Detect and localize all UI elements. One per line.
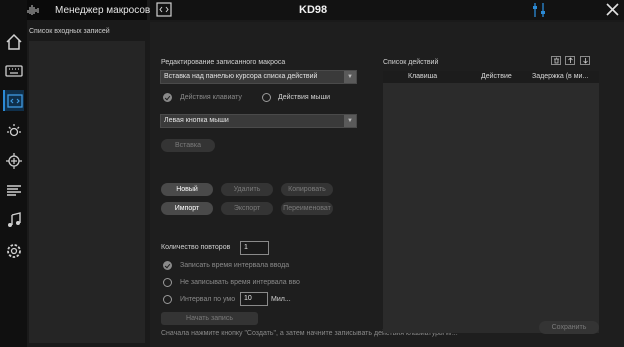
top-bar [150,0,624,20]
interval-unit: Мил... [271,296,291,303]
move-up-icon[interactable] [565,56,575,65]
macro-icon[interactable] [3,90,24,111]
keyboard-icon[interactable] [3,60,24,81]
records-label: Список входных записей [29,28,110,35]
repeat-count-input[interactable]: 1 [240,241,269,255]
mouse-actions-radio[interactable] [262,93,271,102]
rename-button[interactable]: Переименоват [281,202,333,215]
records-list[interactable] [29,41,145,343]
insert-mode-value: Вставка над панелью курсора списка дейст… [164,73,318,80]
settings-sliders-icon[interactable] [532,1,546,19]
start-record-button[interactable]: Начать запись [161,312,258,325]
left-header: Менеджер макросов [27,0,151,20]
delete-button[interactable]: Удалить [221,183,273,196]
save-button[interactable]: Сохранить [539,321,599,334]
icon-rail [0,0,27,347]
chevron-down-icon: ▼ [344,115,356,127]
record-interval-radio[interactable] [163,261,172,270]
mouse-actions-label: Действия мыши [278,94,330,101]
macro-editor-panel: Редактирование записанного макроса Встав… [150,22,624,347]
edit-section-label: Редактирование записанного макроса [161,59,286,66]
export-button[interactable]: Экспорт [221,202,273,215]
insert-button[interactable]: Вставка [161,139,215,152]
column-action: Действие [481,73,512,80]
new-button[interactable]: Новый [161,183,213,196]
no-interval-radio[interactable] [163,278,172,287]
column-delay: Задержка (в ми... [532,73,589,80]
close-icon[interactable] [605,2,620,17]
app-title: Менеджер макросов [55,4,151,16]
device-name: KD98 [299,4,328,16]
mouse-action-select[interactable]: Левая кнопка мыши ▼ [160,114,357,128]
lighting-icon[interactable] [3,120,24,141]
home-icon[interactable] [3,31,24,52]
music-icon[interactable] [3,210,24,231]
default-interval-input[interactable]: 10 [240,292,268,306]
settings-icon[interactable] [3,240,24,261]
keyboard-actions-label: Действия клавиату [180,94,242,101]
network-icon[interactable] [3,150,24,171]
code-editor-icon[interactable] [156,2,172,17]
copy-button[interactable]: Копировать [281,183,333,196]
keyboard-actions-radio[interactable] [163,93,172,102]
actions-list-label: Список действий [383,59,439,66]
import-button[interactable]: Импорт [161,202,213,215]
trash-icon[interactable] [551,56,561,65]
record-interval-label: Записать время интервала ввода [180,262,290,269]
actions-table-header: Клавиша Действие Задержка (в ми... [383,71,599,83]
default-interval-radio[interactable] [163,295,172,304]
mouse-action-value: Левая кнопка мыши [164,117,229,124]
column-key: Клавиша [408,73,438,80]
default-interval-label: Интервал по умо [180,296,236,303]
no-interval-label: Не записывать время интервала вво [180,279,300,286]
actions-table[interactable]: Клавиша Действие Задержка (в ми... [383,71,599,333]
logo-icon [27,4,39,16]
insert-mode-select[interactable]: Вставка над панелью курсора списка дейст… [160,70,357,84]
list-icon[interactable] [3,180,24,201]
repeat-count-label: Количество повторов [161,244,231,251]
move-down-icon[interactable] [580,56,590,65]
chevron-down-icon: ▼ [344,71,356,83]
